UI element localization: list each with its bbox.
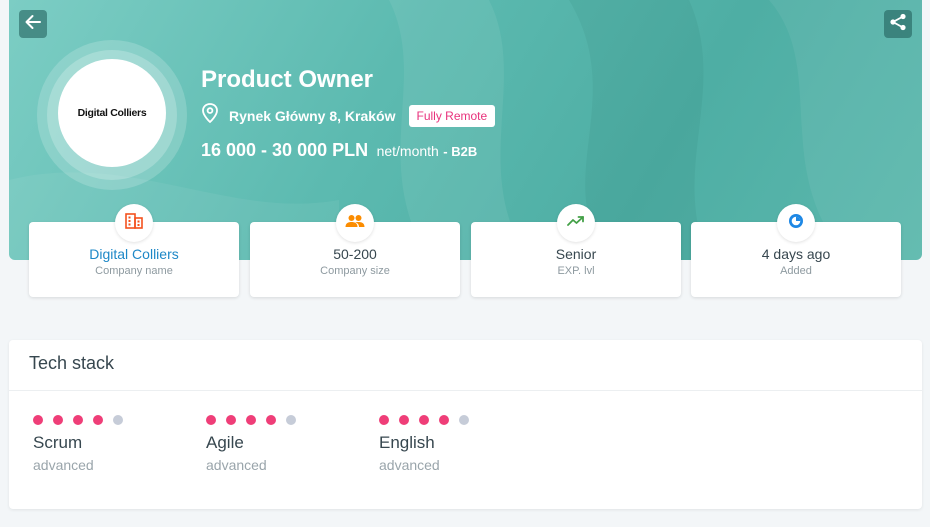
clock-icon [788,213,804,234]
added-value: 4 days ago [761,246,831,262]
building-icon [125,212,143,234]
added-card: 4 days ago Added [691,204,901,297]
back-button[interactable] [19,10,47,38]
tech-stack-panel: Tech stack Scrum advanced Agile advanced… [9,340,922,509]
skill-rating [379,415,469,425]
rating-dot-filled [266,415,276,425]
location-pin-icon [201,103,219,128]
skill-level: advanced [33,457,94,473]
people-icon [345,214,365,233]
rating-dot-filled [206,415,216,425]
skill-item: Scrum advanced [33,415,123,473]
salary-amount: 16 000 - 30 000 PLN [201,140,369,160]
experience-card: Senior EXP. lvl [471,204,681,297]
contract-type: - B2B [443,144,478,159]
added-bubble [777,204,815,242]
skill-rating [206,415,296,425]
skill-name: Agile [206,433,244,452]
company-name-value[interactable]: Digital Colliers [29,246,239,262]
company-size-value: 50-200 [333,246,377,262]
rating-dot-filled [93,415,103,425]
skill-rating [33,415,123,425]
rating-dot-filled [53,415,63,425]
rating-dot-filled [246,415,256,425]
company-size-card: 50-200 Company size [250,204,460,297]
rating-dot-filled [33,415,43,425]
company-size-bubble [336,204,374,242]
rating-dot-filled [226,415,236,425]
rating-dot-filled [439,415,449,425]
skill-level: advanced [206,457,267,473]
rating-dot-filled [73,415,83,425]
salary: 16 000 - 30 000 PLN net/month - B2B [201,140,477,161]
skill-item: English advanced [379,415,469,473]
divider [9,390,922,391]
company-logo: Digital Colliers [58,59,166,167]
salary-unit: net/month [376,143,439,159]
skill-level: advanced [379,457,440,473]
company-name-label: Company name [95,265,173,277]
job-title: Product Owner [201,66,374,93]
skill-item: Agile advanced [206,415,296,473]
experience-label: EXP. lvl [557,265,595,277]
share-button[interactable] [884,10,912,38]
company-name-bubble [115,204,153,242]
arrow-left-icon [24,13,42,36]
rating-dot-empty [286,415,296,425]
location-text[interactable]: Rynek Główny 8, Kraków [229,108,396,124]
experience-bubble [557,204,595,242]
skill-name: Scrum [33,433,83,452]
skill-name: English [379,433,435,452]
location-row: Rynek Główny 8, Kraków Fully Remote [201,103,496,128]
remote-badge: Fully Remote [408,104,496,127]
added-label: Added [780,265,812,277]
experience-value: Senior [555,246,597,262]
trending-up-icon [567,214,585,232]
rating-dot-empty [113,415,123,425]
share-icon [889,13,907,36]
company-name-card: Digital Colliers Company name [29,204,239,297]
company-logo-text: Digital Colliers [77,107,147,119]
rating-dot-filled [399,415,409,425]
rating-dot-filled [379,415,389,425]
tech-stack-title: Tech stack [29,353,115,373]
rating-dot-empty [459,415,469,425]
company-size-label: Company size [320,265,390,277]
rating-dot-filled [419,415,429,425]
